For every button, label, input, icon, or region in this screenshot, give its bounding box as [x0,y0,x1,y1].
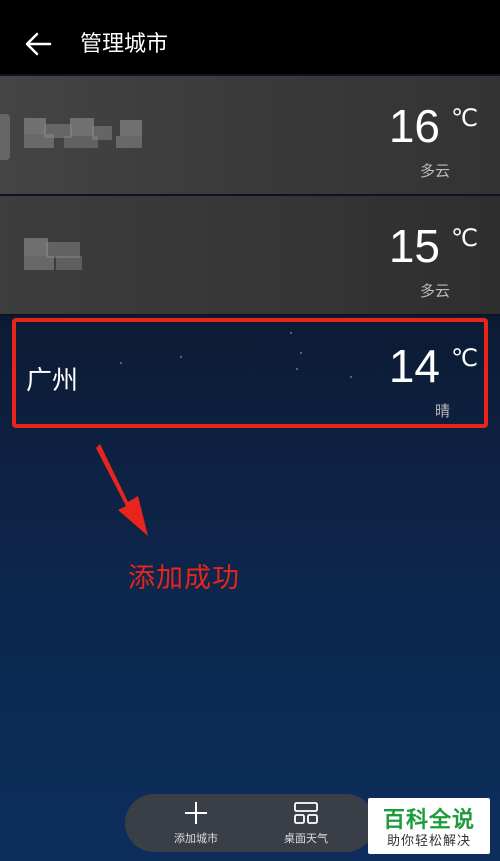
desktop-weather-button[interactable]: 桌面天气 [251,800,361,846]
plus-icon [185,802,207,824]
temperature-unit: ℃ [451,104,478,132]
header: 管理城市 [0,10,500,74]
back-arrow-icon[interactable] [24,30,52,58]
annotation-arrow-icon [96,444,148,536]
city-card-2[interactable]: 15 ℃ 多云 [0,196,500,314]
annotation-text: 添加成功 [128,563,240,594]
drag-handle[interactable] [0,114,10,160]
add-city-label: 添加城市 [174,832,218,845]
temperature: 16 [388,100,440,152]
desktop-weather-label: 桌面天气 [284,832,328,845]
temperature: 15 [388,220,440,272]
highlight-box [12,318,488,428]
weather-condition: 多云 [419,162,450,180]
city-card-1[interactable]: 16 ℃ 多云 [0,76,500,194]
temperature-unit: ℃ [451,224,478,252]
add-city-button[interactable]: 添加城市 [141,800,251,846]
bottom-toolbar: 添加城市 桌面天气 [125,794,375,852]
page-title: 管理城市 [80,32,169,57]
weather-condition: 多云 [419,282,450,300]
watermark-logo: 百科全说 助你轻松解决 [368,798,490,854]
watermark-subtitle: 助你轻松解决 [386,834,471,849]
status-bar [0,0,500,10]
widget-grid-icon [294,802,318,824]
